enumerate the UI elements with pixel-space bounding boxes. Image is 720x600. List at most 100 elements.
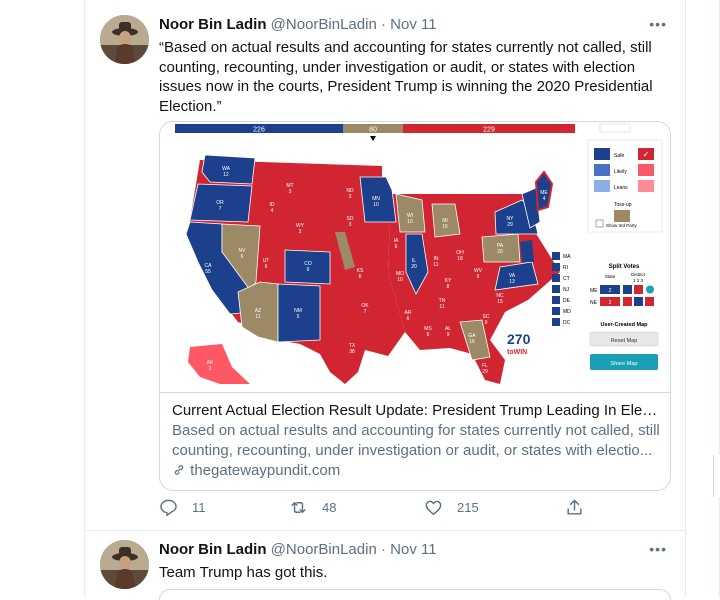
more-icon[interactable]: •••: [649, 541, 667, 557]
split-ne-label: NE: [590, 300, 598, 306]
legend-leans: Leans: [614, 185, 628, 191]
scrollbar-thumb[interactable]: [713, 455, 720, 497]
author-handle[interactable]: @NoorBinLadin: [271, 16, 377, 33]
share-button[interactable]: [565, 498, 584, 517]
svg-text:7: 7: [219, 206, 222, 212]
card-domain[interactable]: thegatewaypundit.com: [172, 461, 662, 481]
svg-text:9: 9: [485, 320, 488, 326]
svg-text:CT: CT: [563, 276, 570, 282]
svg-text:10: 10: [397, 277, 403, 283]
split-votes-title: Split Votes: [609, 264, 640, 270]
like-button[interactable]: 215: [424, 498, 479, 517]
svg-text:5: 5: [477, 274, 480, 280]
tweet-date[interactable]: Nov 11: [390, 541, 436, 558]
author-handle[interactable]: @NoorBinLadin: [271, 541, 377, 558]
card-description: Based on actual results and accounting f…: [172, 422, 660, 459]
svg-text:13: 13: [509, 279, 515, 285]
svg-text:6: 6: [427, 332, 430, 338]
like-count: 215: [457, 500, 479, 515]
svg-text:NJ: NJ: [563, 287, 570, 293]
svg-text:7: 7: [364, 309, 367, 315]
svg-text:3: 3: [349, 222, 352, 228]
legend-likely: Likely: [614, 169, 627, 175]
svg-text:6: 6: [407, 316, 410, 322]
retweet-count: 48: [322, 500, 337, 515]
reply-count: 11: [192, 500, 206, 515]
svg-text:MD: MD: [563, 309, 571, 315]
tweet-date[interactable]: Nov 11: [390, 16, 436, 33]
split-state-col: State: [605, 274, 616, 279]
separator: ·: [380, 541, 386, 558]
svg-text:3: 3: [299, 229, 302, 235]
svg-text:5: 5: [297, 314, 300, 320]
svg-text:20: 20: [411, 264, 417, 270]
card-body: Current Actual Election Result Update: P…: [172, 401, 662, 481]
bar-rep-count: 229: [483, 127, 495, 134]
svg-text:DE: DE: [563, 298, 571, 304]
separator: ·: [380, 16, 386, 33]
tweet-header: Noor Bin Ladin @NoorBinLadin · Nov 11: [159, 541, 437, 558]
svg-text:3: 3: [209, 366, 212, 372]
reply-icon: [160, 499, 177, 517]
svg-text:4: 4: [543, 196, 546, 202]
split-me-value: 2: [609, 288, 612, 294]
svg-text:DC: DC: [563, 320, 571, 326]
split-me-label: ME: [590, 288, 598, 294]
card-title[interactable]: Current Actual Election Result Update: P…: [172, 401, 662, 421]
tweet[interactable]: Noor Bin Ladin @NoorBinLadin · Nov 11 ••…: [85, 0, 685, 531]
tweet-actions: 11 48 215: [159, 498, 589, 522]
more-icon[interactable]: •••: [649, 16, 667, 32]
legend-third-party: Show 3rd Party: [606, 223, 638, 228]
like-icon: [425, 500, 442, 515]
svg-text:MA: MA: [563, 254, 571, 260]
svg-text:12: 12: [223, 172, 229, 178]
svg-text:✓: ✓: [643, 150, 650, 159]
tweet-header: Noor Bin Ladin @NoorBinLadin · Nov 11: [159, 16, 437, 33]
svg-text:16: 16: [469, 339, 475, 345]
svg-text:9: 9: [307, 267, 310, 273]
logo-towin: toWIN: [507, 349, 527, 356]
svg-text:11: 11: [255, 314, 260, 320]
svg-text:4: 4: [271, 208, 274, 214]
svg-text:9: 9: [447, 332, 450, 338]
reset-map-label: Reset Map: [611, 338, 638, 344]
svg-text:6: 6: [359, 274, 362, 280]
card-domain-text: thegatewaypundit.com: [190, 462, 341, 479]
svg-text:29: 29: [507, 222, 513, 228]
avatar[interactable]: [100, 540, 149, 589]
tweet-text: “Based on actual results and accounting …: [159, 39, 653, 115]
avatar[interactable]: [100, 15, 149, 64]
svg-text:3: 3: [289, 189, 292, 195]
split-district-col: District: [631, 272, 645, 277]
svg-text:11: 11: [433, 262, 438, 268]
link-card[interactable]: 226 80 229 WA 12 OR 7 CA 55 NV 6 ID 4 MT…: [159, 121, 671, 491]
svg-text:11: 11: [439, 304, 444, 310]
svg-text:8: 8: [447, 284, 450, 290]
retweet-button[interactable]: 48: [289, 498, 336, 517]
link-icon: [174, 465, 184, 475]
legend-safe: Safe: [614, 153, 625, 159]
svg-text:18: 18: [457, 256, 463, 262]
svg-text:10: 10: [407, 219, 413, 225]
reply-button[interactable]: 11: [159, 498, 206, 517]
author-name[interactable]: Noor Bin Ladin: [159, 541, 267, 558]
share-map-label: Share Map: [611, 361, 638, 367]
svg-text:38: 38: [349, 349, 355, 355]
svg-text:15: 15: [497, 299, 503, 305]
svg-text:29: 29: [482, 369, 488, 375]
timeline: Noor Bin Ladin @NoorBinLadin · Nov 11 ••…: [84, 0, 686, 600]
user-created-map: User-Created Map: [600, 322, 648, 328]
svg-text:20: 20: [497, 249, 503, 255]
share-icon: [567, 499, 582, 515]
svg-text:6: 6: [241, 254, 244, 260]
split-ne-value: 2: [609, 300, 612, 306]
link-card[interactable]: [159, 589, 671, 600]
author-name[interactable]: Noor Bin Ladin: [159, 16, 267, 33]
card-image: 226 80 229 WA 12 OR 7 CA 55 NV 6 ID 4 MT…: [160, 122, 670, 393]
svg-text:6: 6: [395, 244, 398, 250]
svg-text:10: 10: [373, 202, 379, 208]
svg-text:8: 8: [409, 349, 412, 355]
bar-dem-count: 226: [253, 127, 265, 134]
tweet[interactable]: Noor Bin Ladin @NoorBinLadin · Nov 11 ••…: [85, 531, 685, 600]
svg-text:3: 3: [349, 194, 352, 200]
